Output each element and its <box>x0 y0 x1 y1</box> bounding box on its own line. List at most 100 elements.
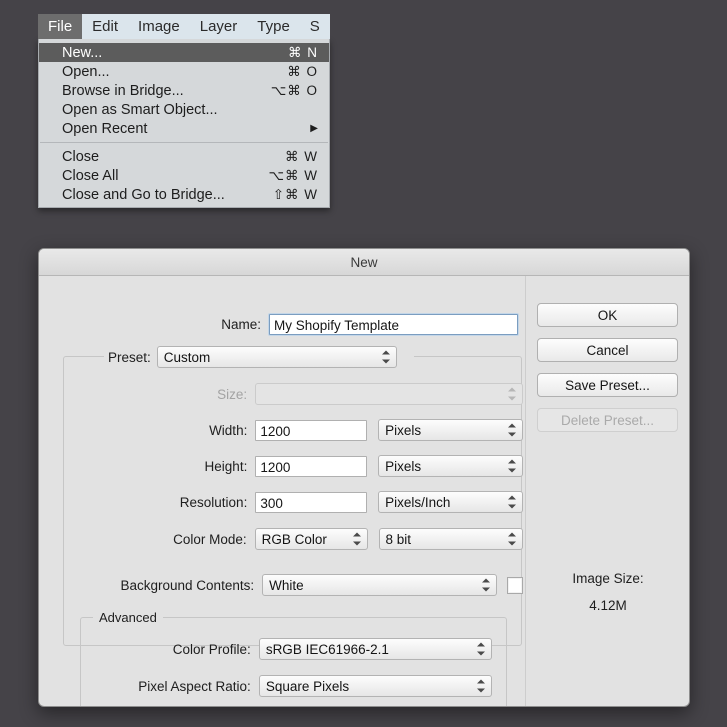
menu-item-close-and-go-to-bridge[interactable]: Close and Go to Bridge... ⇧⌘ W <box>39 185 329 204</box>
menu-item-label: Open... <box>62 63 110 80</box>
menu-item-shortcut: ⌥⌘ W <box>268 167 318 183</box>
stepper-arrows-icon <box>508 387 517 402</box>
background-contents-value: White <box>269 578 304 593</box>
menu-item-open-recent[interactable]: Open Recent ▶ <box>39 119 329 138</box>
dialog-button-column: OK Cancel Save Preset... Delete Preset..… <box>525 276 689 706</box>
preset-select[interactable]: Custom <box>156 346 397 368</box>
application-menu: File Edit Image Layer Type S New... ⌘ N … <box>38 14 330 231</box>
file-menu-dropdown: New... ⌘ N Open... ⌘ O Browse in Bridge.… <box>38 39 330 208</box>
menu-item-shortcut: ⌘ N <box>288 44 318 60</box>
dialog-title: New <box>350 254 378 270</box>
pixel-aspect-ratio-row: Pixel Aspect Ratio: Square Pixels <box>65 675 492 697</box>
chevron-right-icon: ▶ <box>310 122 318 134</box>
height-unit-select[interactable]: Pixels <box>378 455 523 477</box>
delete-preset-button: Delete Preset... <box>537 408 678 432</box>
height-label: Height: <box>204 458 248 474</box>
height-unit-value: Pixels <box>385 459 422 474</box>
name-label: Name: <box>221 317 261 332</box>
dialog-form-column: Name: My Shopify Template Preset: Custom <box>39 276 525 706</box>
color-profile-label: Color Profile: <box>172 641 251 657</box>
preset-select-value: Custom <box>163 350 211 365</box>
menu-item-label: Close All <box>62 167 119 184</box>
background-color-swatch[interactable] <box>506 576 524 594</box>
name-row: Name: My Shopify Template <box>39 314 525 335</box>
menu-item-label: Browse in Bridge... <box>62 82 184 99</box>
menu-item-shortcut: ⌥⌘ O <box>270 82 318 98</box>
menubar-item-type[interactable]: Type <box>247 15 300 39</box>
ok-button[interactable]: OK <box>537 303 678 327</box>
menubar-item-select[interactable]: S <box>300 15 330 39</box>
stepper-arrows-icon <box>508 495 517 510</box>
menubar-item-file[interactable]: File <box>38 14 83 39</box>
preset-row: Preset: Custom <box>104 346 414 368</box>
menubar-item-layer[interactable]: Layer <box>190 15 248 39</box>
advanced-group: Advanced Color Profile: sRGB IEC61966-2.… <box>80 610 507 706</box>
width-input[interactable]: 1200 <box>255 419 368 441</box>
stepper-arrows-icon <box>508 532 517 547</box>
background-contents-row: Background Contents: White <box>40 574 524 596</box>
cancel-button[interactable]: Cancel <box>537 338 678 362</box>
menu-separator <box>40 142 328 143</box>
color-mode-value: RGB Color <box>261 532 327 547</box>
menu-item-close-all[interactable]: Close All ⌥⌘ W <box>39 166 329 185</box>
color-depth-value: 8 bit <box>385 532 412 547</box>
menu-item-open[interactable]: Open... ⌘ O <box>39 62 329 81</box>
preset-label: Preset: <box>108 349 151 365</box>
menu-item-label: Open Recent <box>62 120 148 137</box>
stepper-arrows-icon <box>508 459 517 474</box>
menu-item-browse-in-bridge[interactable]: Browse in Bridge... ⌥⌘ O <box>39 81 329 100</box>
name-input[interactable]: My Shopify Template <box>269 314 518 335</box>
width-unit-select[interactable]: Pixels <box>378 419 523 441</box>
menu-item-close[interactable]: Close ⌘ W <box>39 147 329 166</box>
menu-item-label: Close and Go to Bridge... <box>62 186 225 203</box>
pixel-aspect-ratio-label: Pixel Aspect Ratio: <box>138 678 251 694</box>
color-profile-value: sRGB IEC61966-2.1 <box>265 642 389 657</box>
height-row: Height: 1200 Pixels <box>40 455 523 477</box>
width-label: Width: <box>209 422 248 438</box>
pixel-aspect-ratio-select[interactable]: Square Pixels <box>258 675 492 697</box>
image-size-label: Image Size: <box>572 571 644 586</box>
resolution-unit-value: Pixels/Inch <box>385 495 451 510</box>
background-contents-select[interactable]: White <box>262 574 497 596</box>
stepper-arrows-icon <box>477 679 486 694</box>
stepper-arrows-icon <box>477 642 486 657</box>
menubar-item-edit[interactable]: Edit <box>82 15 128 39</box>
stepper-arrows-icon <box>508 423 517 438</box>
advanced-legend: Advanced <box>93 610 163 625</box>
width-row: Width: 1200 Pixels <box>40 419 523 441</box>
resolution-unit-select[interactable]: Pixels/Inch <box>378 491 523 513</box>
menu-bar: File Edit Image Layer Type S <box>38 14 330 39</box>
width-unit-value: Pixels <box>385 423 422 438</box>
stepper-arrows-icon <box>352 532 362 547</box>
color-mode-row: Color Mode: RGB Color 8 bit <box>40 528 523 550</box>
color-profile-row: Color Profile: sRGB IEC61966-2.1 <box>65 638 492 660</box>
resolution-row: Resolution: 300 Pixels/Inch <box>40 491 523 513</box>
new-document-dialog: New Name: My Shopify Template Preset: Cu… <box>38 248 690 707</box>
menu-item-open-as-smart-object[interactable]: Open as Smart Object... <box>39 100 329 119</box>
stepper-arrows-icon <box>381 350 391 365</box>
color-depth-select[interactable]: 8 bit <box>378 528 523 550</box>
size-label: Size: <box>217 386 248 402</box>
menu-item-shortcut: ⌘ O <box>287 63 318 79</box>
resolution-label: Resolution: <box>179 494 248 510</box>
menu-item-label: Close <box>62 148 100 165</box>
menu-item-new[interactable]: New... ⌘ N <box>39 43 329 62</box>
resolution-input[interactable]: 300 <box>255 491 368 513</box>
menubar-item-image[interactable]: Image <box>128 15 190 39</box>
size-select <box>255 383 523 405</box>
color-mode-select[interactable]: RGB Color <box>254 528 368 550</box>
color-profile-select[interactable]: sRGB IEC61966-2.1 <box>258 638 492 660</box>
menu-item-shortcut: ⌘ W <box>285 148 318 164</box>
preset-legend-area: Preset: Custom <box>104 346 414 368</box>
image-size-value: 4.12M <box>589 598 627 613</box>
size-row: Size: <box>40 383 523 405</box>
menu-item-shortcut: ⇧⌘ W <box>272 186 318 202</box>
save-preset-button[interactable]: Save Preset... <box>537 373 678 397</box>
preset-group: Preset: Custom Size: Width: 1200 Pixels … <box>63 346 524 706</box>
menu-item-label: Open as Smart Object... <box>62 101 218 118</box>
pixel-aspect-ratio-value: Square Pixels <box>265 679 350 694</box>
color-mode-label: Color Mode: <box>173 531 247 547</box>
background-contents-label: Background Contents: <box>120 577 255 593</box>
stepper-arrows-icon <box>481 578 491 593</box>
height-input[interactable]: 1200 <box>255 455 368 477</box>
